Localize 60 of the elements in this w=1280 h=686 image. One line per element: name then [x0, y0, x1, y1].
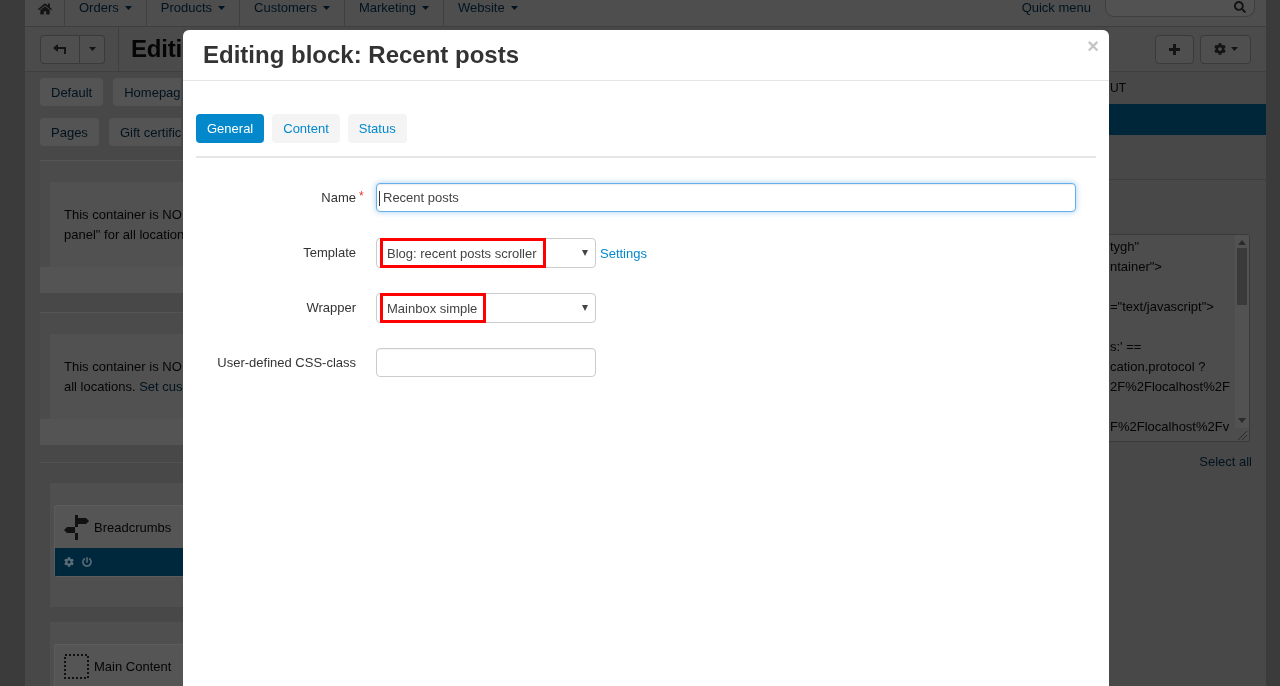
quick-menu-link[interactable]: Quick menu [1021, 0, 1091, 15]
nav-menu-item[interactable]: Website [443, 0, 532, 26]
caret-icon [422, 6, 429, 10]
location-tab[interactable]: Pages [40, 118, 99, 146]
block-name: Breadcrumbs [94, 519, 172, 535]
dropdown-button[interactable] [80, 34, 105, 64]
nav-menu-item[interactable]: Customers [239, 0, 344, 26]
caret-icon [582, 305, 588, 311]
sidebar-heading: UT [1109, 80, 1127, 96]
text-input[interactable] [376, 348, 596, 377]
nav-menu-item[interactable]: Products [145, 0, 240, 26]
container-notice: This container is NO all locations. Set cus [64, 358, 183, 396]
caret-icon [322, 6, 330, 10]
container-notice: This container is NO panel" for all location [64, 206, 183, 244]
text-input[interactable]: Recent posts [376, 183, 1076, 212]
plus-icon [1169, 43, 1180, 55]
modal-tab[interactable]: Content [272, 114, 340, 143]
caret-icon [124, 6, 132, 10]
dropdown-select[interactable]: Mainbox simple [376, 293, 596, 323]
back-arrow-icon [53, 44, 67, 54]
location-tab[interactable]: Homepag [113, 78, 181, 106]
caret-icon [218, 6, 226, 10]
field-label: User-defined CSS-class [217, 355, 356, 370]
resize-grip-icon[interactable] [1235, 428, 1248, 441]
add-button[interactable] [1155, 34, 1194, 64]
layout-block[interactable]: Breadcrumbs [54, 505, 183, 577]
caret-icon [88, 47, 96, 51]
field-label: Name [321, 190, 356, 205]
caret-icon [510, 6, 518, 10]
gear-icon[interactable] [64, 557, 74, 567]
field-label: Wrapper [306, 300, 356, 315]
power-icon[interactable] [82, 557, 92, 567]
block-name: Main Content [94, 658, 172, 674]
location-tab[interactable]: Gift certific [108, 118, 182, 146]
close-button[interactable]: × [1087, 37, 1099, 55]
signpost-icon [64, 514, 89, 540]
back-button[interactable] [40, 34, 80, 64]
caret-icon [582, 250, 588, 256]
caret-icon [1230, 47, 1238, 51]
dropdown-select[interactable]: Blog: recent posts scroller [376, 238, 596, 268]
gear-icon [1213, 43, 1226, 55]
field-label: Template [303, 245, 356, 260]
modal-title: Editing block: Recent posts [203, 40, 520, 70]
page-title: Editi [131, 35, 182, 63]
layout-block[interactable]: Main Content [54, 644, 183, 686]
select-all-link[interactable]: Select all [1199, 454, 1252, 470]
notice-link[interactable]: Set cus [139, 379, 183, 394]
home-icon [37, 2, 52, 16]
nav-menu-item[interactable]: Orders [64, 0, 146, 26]
settings-link[interactable]: Settings [600, 245, 647, 261]
dotted-square-icon [64, 653, 89, 679]
location-tab[interactable]: Default [40, 78, 104, 106]
nav-menu-item[interactable]: Marketing [343, 0, 443, 26]
search-field[interactable] [1105, 0, 1255, 17]
settings-button[interactable] [1200, 34, 1251, 64]
search-icon [1234, 1, 1246, 13]
code-textarea[interactable]: tygh" ntainer"> ="text/javascript"> s:' == cation.protocol ? 2F%2Flocalhost%2F F%2Flocalhost%2Fv [1109, 234, 1250, 442]
modal-tab[interactable]: General [196, 114, 265, 143]
modal-tab[interactable]: Status [347, 114, 407, 143]
required-mark: * [359, 189, 364, 203]
